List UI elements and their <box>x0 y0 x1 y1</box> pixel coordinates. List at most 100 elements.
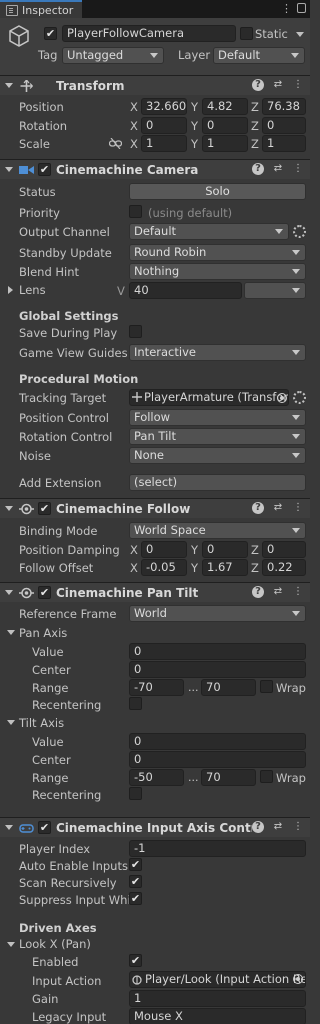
gain-field[interactable]: 1 <box>129 990 306 1007</box>
legacy-input-field[interactable]: Mouse X <box>129 1008 306 1024</box>
foldout-icon[interactable] <box>5 506 13 511</box>
tag-dropdown[interactable]: Untagged <box>62 47 164 64</box>
object-name-field[interactable]: PlayerFollowCamera <box>62 25 236 42</box>
pan-axis-foldout-icon[interactable] <box>7 630 15 635</box>
position-y-field[interactable]: 4.82 <box>202 98 248 115</box>
scan-recursively-checkbox[interactable]: ✔ <box>129 875 142 888</box>
offset-x-field[interactable]: -0.05 <box>141 559 187 576</box>
damping-z-field[interactable]: 0 <box>262 541 306 558</box>
pan-range-min-field[interactable]: -70 <box>129 679 184 696</box>
look-x-enabled-checkbox[interactable]: ✔ <box>129 954 142 967</box>
cinemachine-input-axis-header[interactable]: ✔ Cinemachine Input Axis Controlle ? ⇄ ⋮ <box>0 817 310 837</box>
foldout-icon[interactable] <box>5 167 13 172</box>
presets-icon[interactable]: ⇄ <box>272 163 284 175</box>
axis-x-label[interactable]: X <box>130 100 138 114</box>
tilt-value-field[interactable]: 0 <box>129 733 306 750</box>
axis-y-label[interactable]: Y <box>191 543 198 557</box>
offset-z-field[interactable]: 0.22 <box>262 559 306 576</box>
scale-x-field[interactable]: 1 <box>141 135 187 152</box>
tilt-range-min-field[interactable]: -50 <box>129 769 184 786</box>
axis-z-label[interactable]: Z <box>251 137 259 151</box>
more-icon[interactable]: ⋮ <box>292 821 304 833</box>
damping-y-field[interactable]: 0 <box>202 541 248 558</box>
pan-range-max-field[interactable]: 70 <box>201 679 256 696</box>
player-index-field[interactable]: -1 <box>129 840 306 857</box>
more-icon[interactable]: ⋮ <box>292 502 304 514</box>
layer-dropdown[interactable]: Default <box>213 47 305 64</box>
axis-x-label[interactable]: X <box>130 561 138 575</box>
axis-z-label[interactable]: Z <box>251 543 259 557</box>
link-icon[interactable] <box>109 138 122 149</box>
gear-icon[interactable] <box>293 391 306 404</box>
reference-frame-dropdown[interactable]: World <box>129 605 306 622</box>
blend-hint-dropdown[interactable]: Nothing <box>129 263 306 280</box>
lens-fov-field[interactable]: 40 <box>129 282 242 299</box>
scale-y-field[interactable]: 1 <box>202 135 248 152</box>
tracking-target-field[interactable]: PlayerArmature (Transfor <box>129 389 289 406</box>
axis-z-label[interactable]: Z <box>251 119 259 133</box>
cinemachine-follow-header[interactable]: ✔ Cinemachine Follow ? ⇄ ⋮ <box>0 498 310 518</box>
position-x-field[interactable]: 32.660 <box>141 98 187 115</box>
foldout-icon[interactable] <box>5 83 13 88</box>
enabled-checkbox[interactable]: ✔ <box>38 586 51 599</box>
more-icon[interactable]: ⋮ <box>292 163 304 175</box>
save-during-play-checkbox[interactable] <box>129 325 142 338</box>
gear-icon[interactable] <box>293 225 306 238</box>
rotation-y-field[interactable]: 0 <box>202 117 248 134</box>
static-checkbox[interactable] <box>240 27 253 40</box>
axis-y-label[interactable]: Y <box>191 561 198 575</box>
noise-dropdown[interactable]: None <box>129 447 306 464</box>
tilt-wrap-checkbox[interactable] <box>260 770 273 783</box>
transform-header[interactable]: Transform ? ⇄ ⋮ <box>0 75 310 95</box>
object-picker-icon[interactable] <box>277 393 287 403</box>
lens-foldout-icon[interactable] <box>8 286 13 294</box>
rotation-control-dropdown[interactable]: Pan Tilt <box>129 428 306 445</box>
binding-mode-dropdown[interactable]: World Space <box>129 522 306 539</box>
lens-preset-dropdown[interactable] <box>244 282 306 299</box>
rotation-x-field[interactable]: 0 <box>141 117 187 134</box>
axis-y-label[interactable]: Y <box>191 119 198 133</box>
enabled-checkbox[interactable]: ✔ <box>38 163 51 176</box>
help-icon[interactable]: ? <box>252 586 264 598</box>
help-icon[interactable]: ? <box>252 502 264 514</box>
pan-wrap-checkbox[interactable] <box>260 680 273 693</box>
foldout-icon[interactable] <box>5 590 13 595</box>
object-picker-icon[interactable] <box>293 974 303 984</box>
help-icon[interactable]: ? <box>252 821 264 833</box>
enabled-checkbox[interactable]: ✔ <box>38 502 51 515</box>
cinemachine-camera-header[interactable]: ✔ Cinemachine Camera ? ⇄ ⋮ <box>0 159 310 179</box>
lens-v-label[interactable]: V <box>117 284 125 298</box>
presets-icon[interactable]: ⇄ <box>272 502 284 514</box>
tilt-range-max-field[interactable]: 70 <box>201 769 256 786</box>
tilt-axis-foldout-icon[interactable] <box>7 720 15 725</box>
pan-value-field[interactable]: 0 <box>129 643 306 660</box>
enabled-checkbox[interactable]: ✔ <box>38 821 51 834</box>
pan-center-field[interactable]: 0 <box>129 661 306 678</box>
more-icon[interactable]: ⋮ <box>292 79 304 91</box>
tab-inspector[interactable]: Inspector <box>0 0 82 18</box>
axis-z-label[interactable]: Z <box>251 100 259 114</box>
standby-update-dropdown[interactable]: Round Robin <box>129 244 306 261</box>
more-icon[interactable]: ⋮ <box>292 586 304 598</box>
suppress-input-checkbox[interactable]: ✔ <box>129 892 142 905</box>
axis-x-label[interactable]: X <box>130 119 138 133</box>
add-extension-dropdown[interactable]: (select) <box>129 474 306 491</box>
help-icon[interactable]: ? <box>252 163 264 175</box>
position-z-field[interactable]: 76.38 <box>262 98 306 115</box>
more-options-icon[interactable]: ⋮ <box>281 2 292 15</box>
axis-y-label[interactable]: Y <box>191 137 198 151</box>
lock-icon[interactable] <box>297 3 306 13</box>
active-checkbox[interactable]: ✔ <box>44 27 57 40</box>
foldout-icon[interactable] <box>5 825 13 830</box>
input-action-field[interactable]: Player/Look (Input Action Re <box>129 971 306 988</box>
look-x-foldout-icon[interactable] <box>7 942 15 947</box>
axis-y-label[interactable]: Y <box>191 100 198 114</box>
priority-checkbox[interactable] <box>129 205 142 218</box>
solo-button[interactable]: Solo <box>129 183 306 200</box>
presets-icon[interactable]: ⇄ <box>272 586 284 598</box>
rotation-z-field[interactable]: 0 <box>262 117 306 134</box>
tilt-center-field[interactable]: 0 <box>129 751 306 768</box>
axis-x-label[interactable]: X <box>130 137 138 151</box>
game-view-guides-dropdown[interactable]: Interactive <box>129 344 306 361</box>
axis-z-label[interactable]: Z <box>251 561 259 575</box>
